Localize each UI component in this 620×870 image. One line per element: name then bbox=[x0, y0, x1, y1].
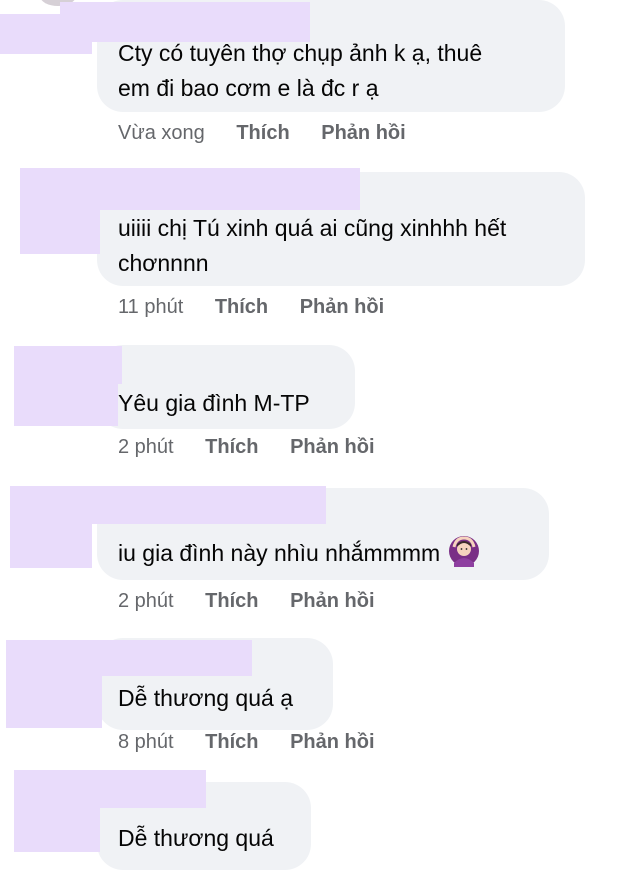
redacted-username bbox=[14, 770, 206, 808]
comment-time[interactable]: 2 phút bbox=[118, 436, 174, 458]
comment-meta: 2 phút Thích Phản hồi bbox=[118, 590, 375, 613]
comment-text: uiiii chị Tú xinh quá ai cũng xinhhh hết bbox=[118, 215, 507, 241]
reply-button[interactable]: Phản hồi bbox=[290, 731, 374, 753]
comment-meta: 11 phút Thích Phản hồi bbox=[118, 296, 384, 319]
reply-button[interactable]: Phản hồi bbox=[300, 296, 384, 318]
reply-button[interactable]: Phản hồi bbox=[321, 122, 405, 144]
redacted-username bbox=[14, 384, 118, 426]
comment-time[interactable]: Vừa xong bbox=[118, 122, 205, 144]
comment-text: Dễ thương quá ạ bbox=[118, 685, 293, 711]
redacted-username bbox=[0, 14, 92, 54]
like-button[interactable]: Thích bbox=[205, 731, 258, 753]
redacted-username bbox=[20, 168, 360, 210]
redacted-username bbox=[20, 210, 100, 254]
reply-button[interactable]: Phản hồi bbox=[290, 590, 374, 612]
comment-time[interactable]: 11 phút bbox=[118, 296, 183, 318]
comment-time[interactable]: 2 phút bbox=[118, 590, 174, 612]
comment-time[interactable]: 8 phút bbox=[118, 731, 174, 753]
like-button[interactable]: Thích bbox=[205, 436, 258, 458]
like-button[interactable]: Thích bbox=[215, 296, 268, 318]
woman-gesturing-ok-emoji-icon bbox=[448, 535, 480, 576]
comment-meta: Vừa xong Thích Phản hồi bbox=[118, 122, 406, 145]
redacted-username bbox=[6, 676, 102, 728]
like-button[interactable]: Thích bbox=[205, 590, 258, 612]
comment-text: Yêu gia đình M-TP bbox=[118, 390, 310, 416]
redacted-username bbox=[6, 640, 252, 676]
comment-text: Dễ thương quá bbox=[118, 825, 274, 851]
comment-text: chơnnnn bbox=[118, 250, 209, 276]
comment-text-content: iu gia đình này nhìu nhắmmmm bbox=[118, 540, 441, 566]
like-button[interactable]: Thích bbox=[236, 122, 289, 144]
reply-button[interactable]: Phản hồi bbox=[290, 436, 374, 458]
redacted-username bbox=[10, 486, 326, 524]
redacted-username bbox=[10, 524, 92, 568]
comment-text: iu gia đình này nhìu nhắmmmm bbox=[118, 535, 480, 576]
comment-meta: 8 phút Thích Phản hồi bbox=[118, 731, 375, 754]
comment-meta: 2 phút Thích Phản hồi bbox=[118, 436, 375, 459]
comment-text: Cty có tuyên thợ chụp ảnh k ạ, thuê bbox=[118, 40, 483, 66]
comment-text: em đi bao cơm e là đc r ạ bbox=[118, 75, 379, 101]
redacted-username bbox=[14, 346, 122, 384]
redacted-username bbox=[14, 808, 100, 852]
